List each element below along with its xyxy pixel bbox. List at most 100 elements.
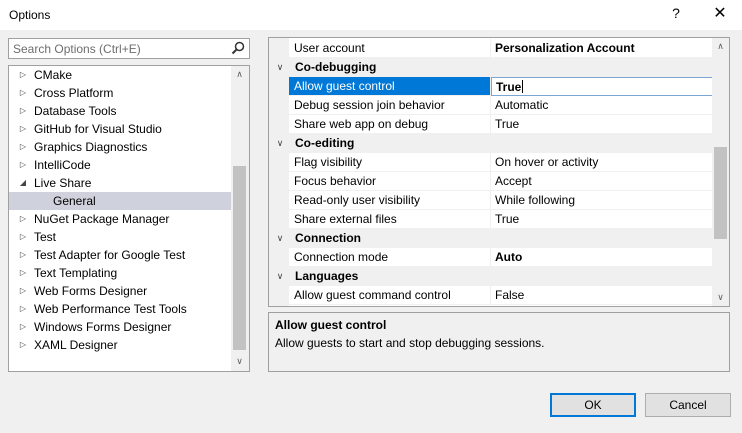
ok-button[interactable]: OK bbox=[550, 393, 636, 417]
grid-property-row[interactable]: Read-only user visibility While following bbox=[269, 191, 713, 210]
grid-category[interactable]: ∨ Connection bbox=[269, 229, 713, 248]
description-panel: Allow guest control Allow guests to star… bbox=[268, 312, 730, 372]
tree-item[interactable]: ▷ Text Templating bbox=[9, 264, 231, 282]
tree-item[interactable]: ◢ Live Share bbox=[9, 174, 231, 192]
grid-property-row[interactable]: Flag visibility On hover or activity bbox=[269, 153, 713, 172]
property-value[interactable]: Auto bbox=[491, 248, 713, 267]
property-value[interactable]: True bbox=[491, 115, 713, 134]
property-name[interactable]: Flag visibility bbox=[289, 153, 491, 172]
tree-item[interactable]: ▷ Database Tools bbox=[9, 102, 231, 120]
cancel-button[interactable]: Cancel bbox=[645, 393, 731, 417]
tree-item[interactable]: ▷ XAML Designer bbox=[9, 336, 231, 354]
expand-arrow-icon[interactable]: ▷ bbox=[18, 228, 28, 246]
expand-arrow-icon[interactable]: ▷ bbox=[18, 138, 28, 156]
property-value-text: Auto bbox=[495, 250, 523, 264]
property-name[interactable]: Share external files bbox=[289, 210, 491, 229]
tree-item-label: CMake bbox=[34, 68, 73, 82]
property-value[interactable]: While following bbox=[491, 191, 713, 210]
text-caret bbox=[522, 80, 524, 93]
property-name[interactable]: Debug session join behavior bbox=[289, 96, 491, 115]
tree-item-label: Test Adapter for Google Test bbox=[34, 248, 186, 262]
expand-arrow-icon[interactable]: ▷ bbox=[18, 318, 28, 336]
tree-item-label: Web Performance Test Tools bbox=[34, 302, 187, 316]
grid-property-row[interactable]: Share web app on debug True bbox=[269, 115, 713, 134]
tree-item[interactable]: ▷ Cross Platform bbox=[9, 84, 231, 102]
property-value[interactable]: False bbox=[491, 286, 713, 305]
property-name[interactable]: Read-only user visibility bbox=[289, 191, 491, 210]
expand-arrow-icon[interactable]: ▷ bbox=[18, 120, 28, 138]
grid-scrollbar[interactable]: ∧ ∨ bbox=[712, 38, 729, 306]
tree-item-label: Test bbox=[34, 230, 57, 244]
tree-item[interactable]: ▷ Graphics Diagnostics bbox=[9, 138, 231, 156]
search-icon[interactable] bbox=[230, 40, 246, 56]
expand-arrow-icon[interactable]: ▷ bbox=[18, 246, 28, 264]
property-value[interactable]: Personalization Account bbox=[491, 39, 713, 58]
tree-item[interactable]: ▷ IntelliCode bbox=[9, 156, 231, 174]
property-name[interactable]: Connection mode bbox=[289, 248, 491, 267]
expand-arrow-icon[interactable]: ▷ bbox=[18, 264, 28, 282]
property-value-text: Accept bbox=[495, 174, 532, 188]
tree-item[interactable]: ▷ Test Adapter for Google Test bbox=[9, 246, 231, 264]
scroll-thumb[interactable] bbox=[714, 147, 727, 239]
tree-item[interactable]: ▷ Test bbox=[9, 228, 231, 246]
grid-property-row[interactable]: User account Personalization Account bbox=[269, 39, 713, 58]
expand-arrow-icon[interactable]: ▷ bbox=[18, 336, 28, 354]
scroll-down-icon[interactable]: ∨ bbox=[231, 353, 248, 370]
collapse-arrow-icon[interactable]: ◢ bbox=[18, 174, 28, 192]
category-collapse-icon[interactable]: ∨ bbox=[275, 134, 285, 152]
property-name[interactable]: Allow guest command control bbox=[289, 286, 491, 305]
title-bar: Options ? ✕ bbox=[0, 0, 742, 30]
property-name[interactable]: Share web app on debug bbox=[289, 115, 491, 134]
description-text: Allow guests to start and stop debugging… bbox=[275, 336, 545, 350]
property-value[interactable]: True∨ bbox=[491, 77, 713, 96]
grid-property-row[interactable]: Allow guest controlTrue∨ bbox=[269, 77, 713, 96]
grid-property-row[interactable]: Share external files True bbox=[269, 210, 713, 229]
expand-arrow-icon[interactable]: ▷ bbox=[18, 84, 28, 102]
property-name[interactable]: User account bbox=[289, 39, 491, 58]
expand-arrow-icon[interactable]: ▷ bbox=[18, 156, 28, 174]
category-collapse-icon[interactable]: ∨ bbox=[275, 229, 285, 247]
property-value-text: While following bbox=[495, 193, 576, 207]
tree-item-label: Web Forms Designer bbox=[34, 284, 148, 298]
category-collapse-icon[interactable]: ∨ bbox=[275, 267, 285, 285]
grid-property-row[interactable]: Focus behavior Accept bbox=[269, 172, 713, 191]
tree-item[interactable]: General bbox=[9, 192, 231, 210]
tree-item-label: General bbox=[53, 194, 96, 208]
grid-category[interactable]: ∨ Co-editing bbox=[269, 134, 713, 153]
expand-arrow-icon[interactable]: ▷ bbox=[18, 300, 28, 318]
tree-item[interactable]: ▷ NuGet Package Manager bbox=[9, 210, 231, 228]
grid-property-row[interactable]: Debug session join behavior Automatic bbox=[269, 96, 713, 115]
expand-arrow-icon[interactable]: ▷ bbox=[18, 282, 28, 300]
tree-item-label: Live Share bbox=[34, 176, 92, 190]
grid-category[interactable]: ∨ Languages bbox=[269, 267, 713, 286]
tree-item[interactable]: ▷ Web Forms Designer bbox=[9, 282, 231, 300]
tree-item-label: Windows Forms Designer bbox=[34, 320, 172, 334]
close-button[interactable]: ✕ bbox=[710, 3, 730, 23]
category-collapse-icon[interactable]: ∨ bbox=[275, 58, 285, 76]
property-value[interactable]: On hover or activity bbox=[491, 153, 713, 172]
property-value[interactable]: True bbox=[491, 210, 713, 229]
property-grid[interactable]: User account Personalization Account ∨ Co-d… bbox=[268, 37, 730, 307]
tree-item[interactable]: ▷ CMake bbox=[9, 66, 231, 84]
expand-arrow-icon[interactable]: ▷ bbox=[18, 210, 28, 228]
property-value[interactable]: Automatic bbox=[491, 96, 713, 115]
tree-item[interactable]: ▷ Windows Forms Designer bbox=[9, 318, 231, 336]
search-input[interactable]: Search Options (Ctrl+E) bbox=[8, 38, 250, 59]
expand-arrow-icon[interactable]: ▷ bbox=[18, 102, 28, 120]
scroll-down-icon[interactable]: ∨ bbox=[712, 289, 729, 306]
tree-scrollbar[interactable]: ∧ ∨ bbox=[231, 66, 249, 371]
help-button[interactable]: ? bbox=[668, 5, 684, 21]
tree-item[interactable]: ▷ GitHub for Visual Studio bbox=[9, 120, 231, 138]
property-name[interactable]: Focus behavior bbox=[289, 172, 491, 191]
expand-arrow-icon[interactable]: ▷ bbox=[18, 66, 28, 84]
options-tree[interactable]: ▷ XAML Designer ▷ Windows Forms Designer ▷ We… bbox=[8, 65, 250, 372]
scroll-up-icon[interactable]: ∧ bbox=[712, 38, 729, 55]
property-value[interactable]: Accept bbox=[491, 172, 713, 191]
scroll-up-icon[interactable]: ∧ bbox=[231, 66, 248, 83]
tree-item[interactable]: ▷ Web Performance Test Tools bbox=[9, 300, 231, 318]
grid-property-row[interactable]: Allow guest command control False bbox=[269, 286, 713, 305]
property-name[interactable]: Allow guest control bbox=[289, 77, 491, 96]
grid-category[interactable]: ∨ Co-debugging bbox=[269, 58, 713, 77]
grid-property-row[interactable]: Connection mode Auto bbox=[269, 248, 713, 267]
scroll-thumb[interactable] bbox=[233, 166, 246, 350]
